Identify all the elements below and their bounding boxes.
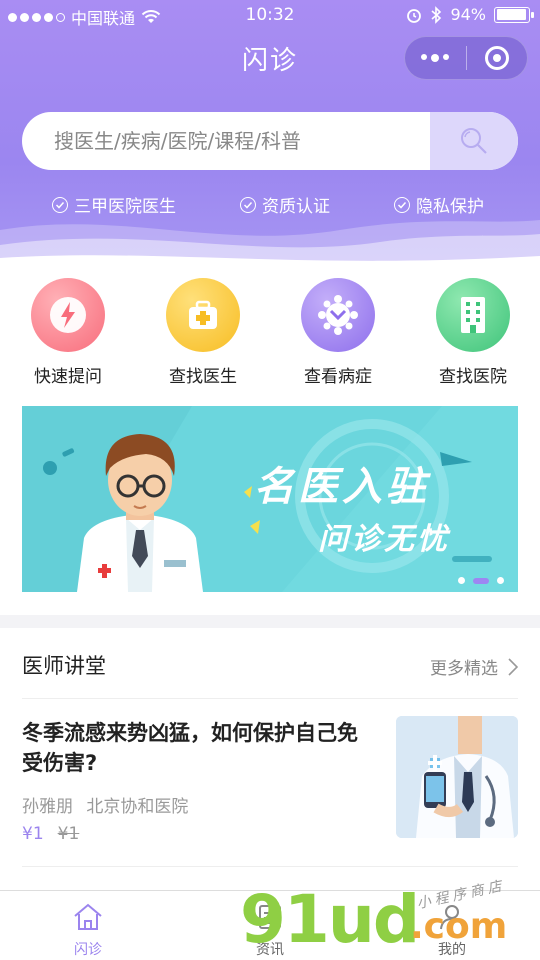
- miniapp-capsule: [404, 36, 528, 80]
- alarm-icon: [407, 8, 422, 23]
- check-circle-icon: [394, 196, 410, 213]
- trust-badges: 三甲医院医生 资质认证 隐私保护: [0, 192, 540, 218]
- target-icon: [484, 46, 509, 70]
- lecture-section: 医师讲堂 更多精选 冬季流感来势凶猛，如何保护自己免受伤害? 孙雅朋 北京协和医…: [0, 628, 540, 898]
- article-price: ¥1 ¥1: [22, 824, 79, 844]
- quick-entry-symptoms[interactable]: 查看病症: [283, 278, 393, 387]
- pagination-dot[interactable]: [458, 577, 465, 584]
- quick-icon-circle: [31, 278, 105, 352]
- chevron-right-icon: [508, 657, 518, 676]
- divider: [22, 698, 518, 699]
- original-price: ¥1: [57, 824, 80, 844]
- check-circle-icon: [52, 196, 68, 213]
- quick-entry-ask[interactable]: 快速提问: [13, 278, 123, 387]
- badge-label: 隐私保护: [416, 197, 484, 217]
- home-icon: [74, 903, 102, 930]
- search-bar[interactable]: 搜医生/疾病/医院/课程/科普: [22, 112, 518, 170]
- quick-entry-label: 查找医生: [169, 367, 237, 387]
- tab-label: 资讯: [256, 942, 284, 958]
- tab-profile[interactable]: 我的: [392, 899, 512, 959]
- article-hospital: 北京协和医院: [86, 797, 189, 817]
- quick-entry-label: 快速提问: [34, 367, 102, 387]
- article-author: 孙雅朋: [22, 797, 73, 817]
- article-thumbnail: [396, 716, 518, 838]
- more-menu-button[interactable]: [405, 37, 466, 79]
- quick-icon-circle: [436, 278, 510, 352]
- battery-icon: [494, 6, 534, 23]
- quick-entry-label: 查找医院: [439, 367, 507, 387]
- badge-top-hospital: 三甲医院医生: [52, 192, 176, 217]
- badge-label: 资质认证: [262, 197, 330, 217]
- quick-entry-find-hospital[interactable]: 查找医院: [418, 278, 528, 387]
- bottom-tab-bar: 闪诊 资讯 我的: [0, 890, 540, 960]
- banner-subtitle: 问诊无忧: [318, 522, 450, 557]
- more-link[interactable]: 更多精选: [430, 654, 518, 679]
- medical-kit-icon: [189, 300, 217, 329]
- bluetooth-icon: [431, 5, 442, 24]
- current-price: ¥1: [22, 824, 44, 844]
- pagination-dot[interactable]: [497, 577, 504, 584]
- status-bar: 中国联通 10:32 94%: [0, 0, 540, 30]
- quick-icon-circle: [301, 278, 375, 352]
- divider: [22, 866, 518, 867]
- article-title: 冬季流感来势凶猛，如何保护自己免受伤害?: [22, 721, 358, 775]
- badge-privacy: 隐私保护: [394, 192, 484, 217]
- tab-label: 闪诊: [74, 942, 102, 958]
- banner-pagination: [458, 577, 504, 584]
- article-meta: 孙雅朋 北京协和医院: [22, 792, 188, 817]
- more-dots-icon: [421, 54, 450, 62]
- quick-entry-panel: 快速提问 查找医生 查看病症 查找医院 名医入驻 问诊无忧: [0, 270, 540, 615]
- pagination-dot[interactable]: [473, 577, 489, 584]
- user-icon: [440, 905, 464, 930]
- quick-entry-find-doctor[interactable]: 查找医生: [148, 278, 258, 387]
- banner-title: 名医入驻: [254, 464, 430, 510]
- battery-percent: 94%: [450, 5, 486, 24]
- search-input[interactable]: 搜医生/疾病/医院/课程/科普: [22, 112, 430, 170]
- news-icon: [259, 905, 281, 929]
- close-miniapp-button[interactable]: [467, 37, 528, 79]
- section-title: 医师讲堂: [22, 654, 106, 678]
- badge-certified: 资质认证: [240, 192, 330, 217]
- check-circle-icon: [240, 196, 256, 213]
- hospital-icon: [461, 297, 485, 333]
- tab-label: 我的: [438, 942, 466, 958]
- badge-label: 三甲医院医生: [74, 197, 176, 217]
- tab-home[interactable]: 闪诊: [28, 899, 148, 959]
- search-button[interactable]: [430, 112, 518, 170]
- more-label: 更多精选: [430, 659, 498, 679]
- quick-entry-label: 查看病症: [304, 367, 372, 387]
- tab-news[interactable]: 资讯: [210, 899, 330, 959]
- search-icon: [461, 128, 487, 154]
- quick-icon-circle: [166, 278, 240, 352]
- lightning-icon: [50, 297, 86, 333]
- promo-banner[interactable]: 名医入驻 问诊无忧: [22, 406, 518, 592]
- doctor-photo-illustration: [396, 716, 518, 838]
- virus-icon: [318, 295, 358, 335]
